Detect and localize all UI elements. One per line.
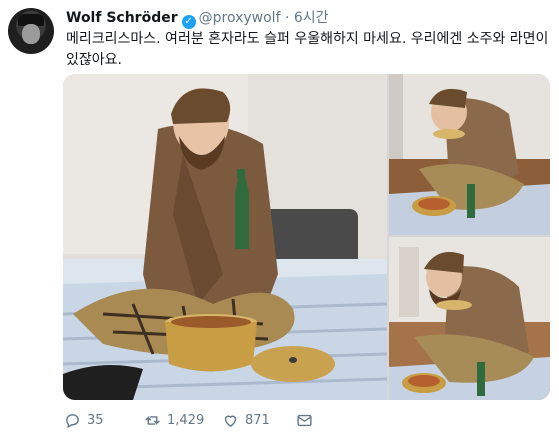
photo-main-illustration (63, 74, 387, 400)
envelope-icon (297, 414, 312, 426)
reply-icon (66, 413, 79, 428)
like-count: 871 (245, 412, 270, 428)
tweet-header: Wolf Schröder ✓ @proxywolf · 6시간 (66, 9, 329, 29)
reply-action[interactable]: 35 (64, 410, 104, 430)
header-separator: · (284, 10, 290, 26)
photo-bottom-illustration (389, 237, 550, 400)
retweet-action[interactable]: 1,429 (144, 410, 204, 430)
verified-badge-icon: ✓ (181, 15, 196, 29)
photo-top-right[interactable] (389, 74, 550, 235)
photo-main[interactable] (63, 74, 387, 400)
tweet-text: 메리크리스마스. 여러분 혼자라도 슬퍼 우울해하지 마세요. 우리에겐 소주와… (66, 31, 549, 68)
dm-action[interactable] (296, 410, 313, 430)
avatar[interactable] (8, 8, 54, 54)
reply-count: 35 (87, 412, 104, 428)
heart-icon (224, 415, 237, 427)
tweet-media[interactable] (63, 74, 550, 400)
avatar-face (22, 24, 40, 44)
like-action[interactable]: 871 (222, 410, 270, 430)
photo-bottom-right[interactable] (389, 237, 550, 400)
photo-top-illustration (389, 74, 550, 235)
retweet-icon (145, 415, 160, 425)
author-handle[interactable]: @proxywolf (199, 10, 281, 26)
author-name[interactable]: Wolf Schröder (66, 10, 178, 26)
tweet-timestamp[interactable]: 6시간 (294, 10, 329, 26)
retweet-count: 1,429 (167, 412, 205, 428)
